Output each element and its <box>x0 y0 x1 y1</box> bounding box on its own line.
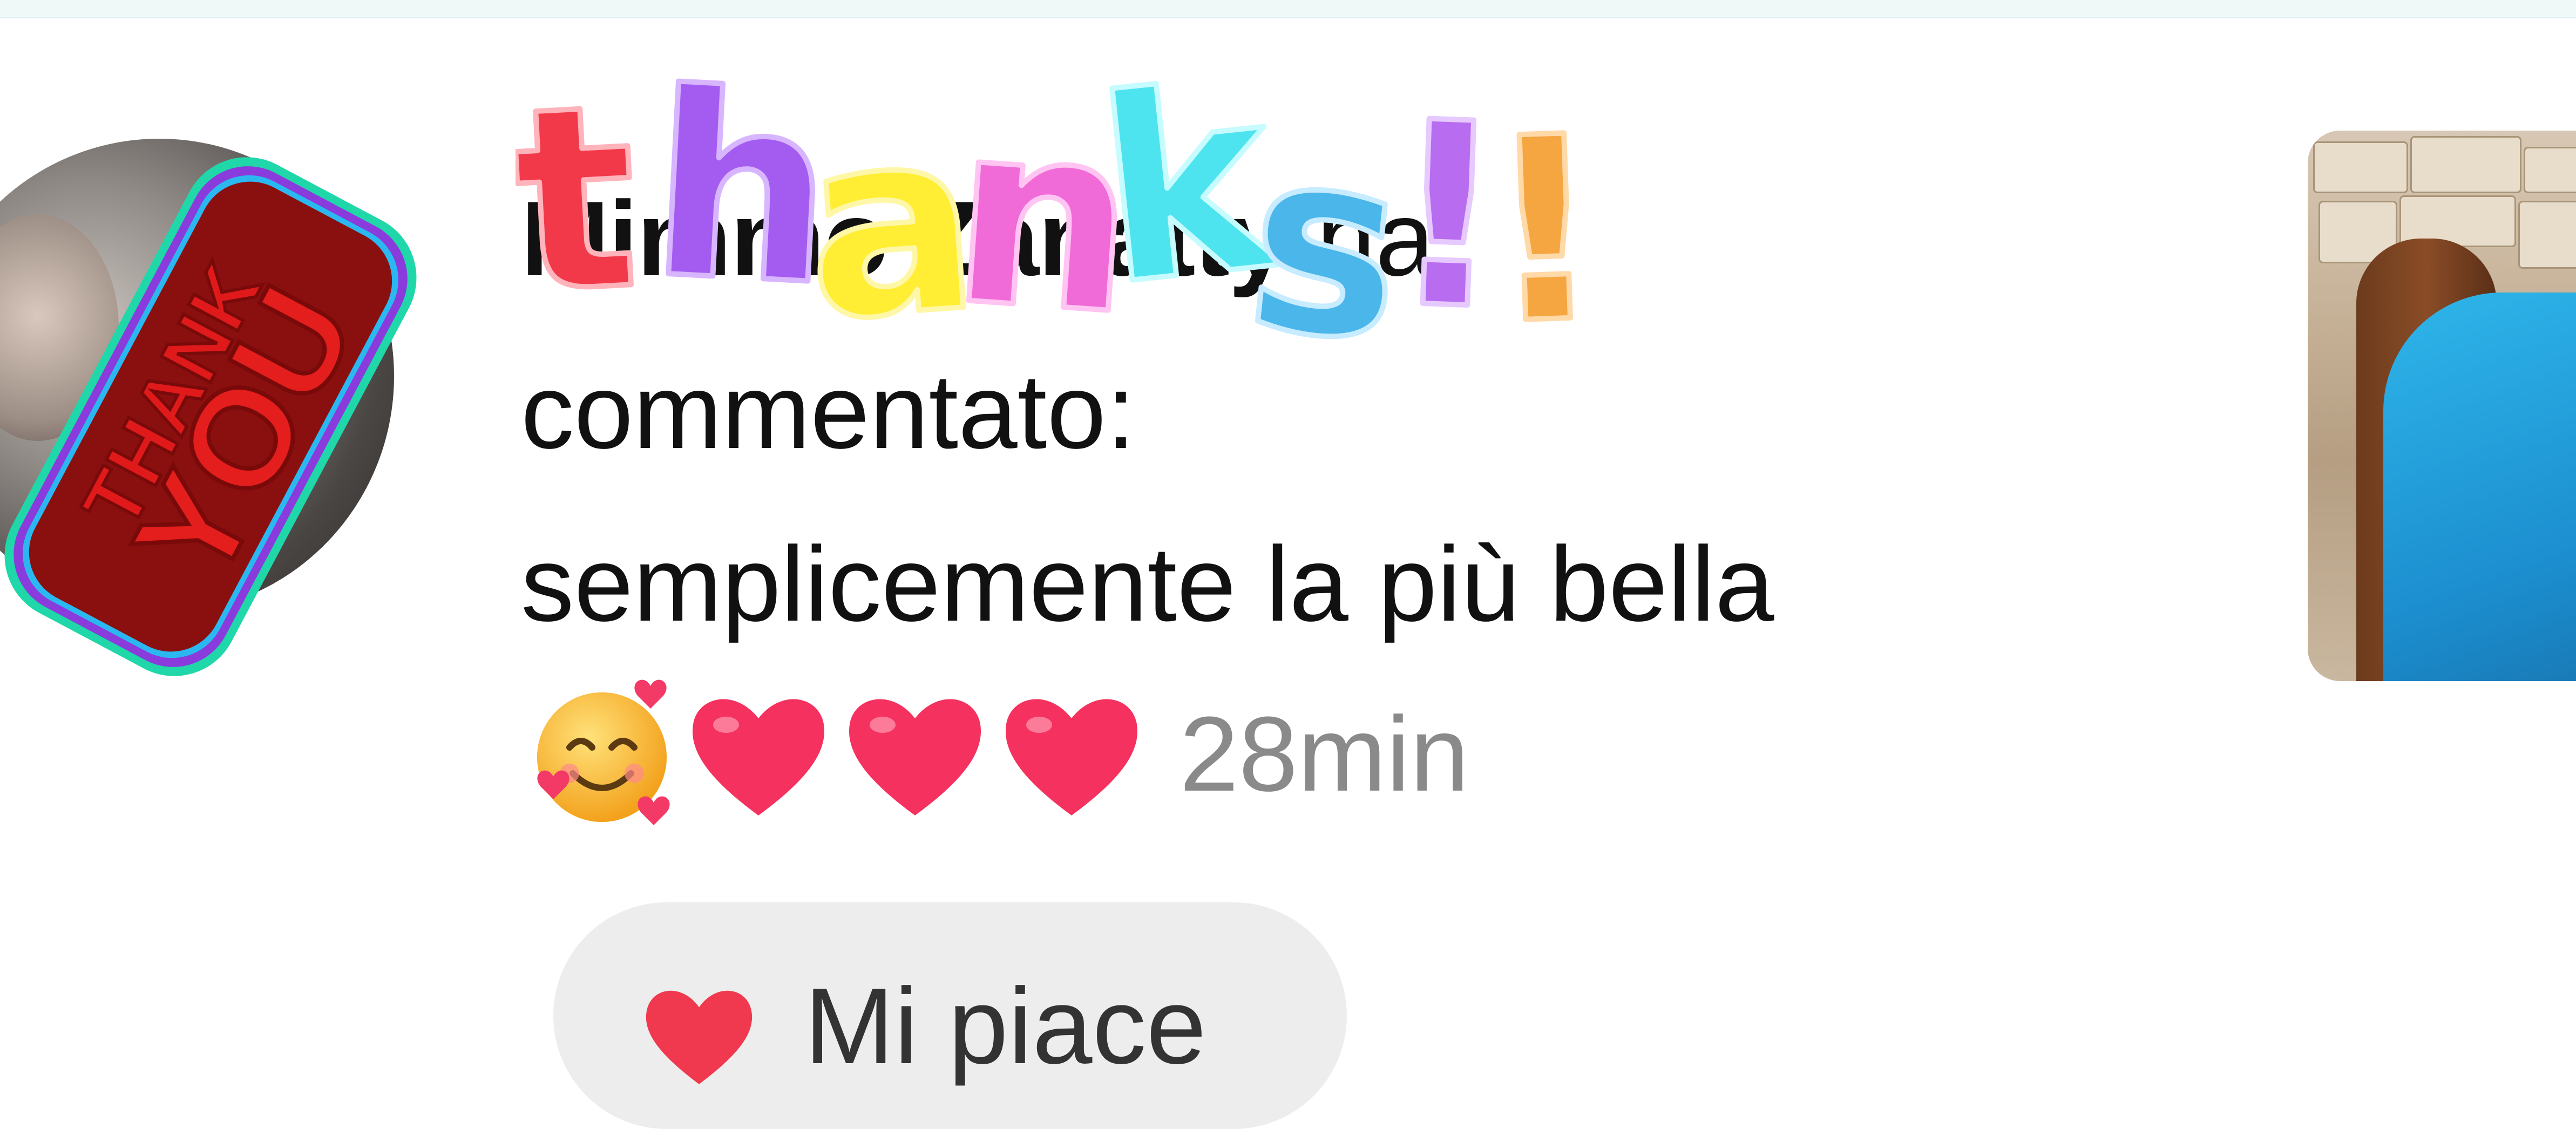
thanks-letter-excl2: ! <box>1482 81 1595 380</box>
thumbnail-background <box>2524 147 2576 193</box>
red-heart-icon <box>849 699 981 815</box>
comment-emoji-row: 28min <box>521 673 1469 835</box>
comment-notification[interactable]: THANK YOU Mimmo Zanatty ha commentato: s… <box>0 17 2576 1129</box>
thank-you-sticker: THANK YOU <box>4 157 417 676</box>
thumbnail-dress <box>2383 293 2576 681</box>
red-heart-icon <box>1005 699 1138 815</box>
status-bar <box>0 0 2576 18</box>
smiling-face-with-hearts-icon <box>537 679 670 825</box>
timestamp: 28min <box>1179 695 1469 813</box>
thumbnail-background <box>2518 201 2576 269</box>
thanks-letter-t: t <box>516 50 644 350</box>
thanks-sticker: t h a n k s ! ! <box>516 50 1595 395</box>
like-button[interactable]: Mi piace <box>553 902 1347 1129</box>
red-heart-icon <box>692 699 825 815</box>
comment-text: semplicemente la più bella <box>521 525 1774 643</box>
post-thumbnail[interactable] <box>2308 131 2576 681</box>
thumbnail-background <box>2313 141 2408 193</box>
like-label: Mi piace <box>804 966 1206 1086</box>
heart-icon <box>646 990 753 1084</box>
thumbnail-background <box>2410 136 2521 193</box>
